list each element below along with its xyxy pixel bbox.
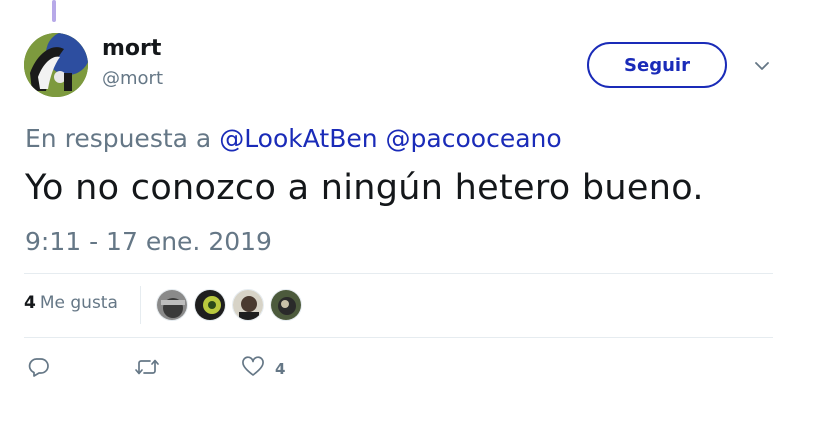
tweet-timestamp[interactable]: 9:11 - 17 ene. 2019 [25,227,272,256]
like-count: 4 [275,360,286,378]
tweet-text: Yo no conozco a ningún hetero bueno. [25,168,704,208]
retweet-icon [134,356,160,382]
reply-button[interactable] [28,356,50,382]
reply-context: En respuesta a @LookAtBen @pacooceano [25,124,562,153]
liker-avatar[interactable] [156,289,188,321]
reply-icon [28,356,50,382]
author-avatar[interactable] [24,33,88,97]
tweet-detail: mort @mort Seguir En respuesta a @LookAt… [0,0,828,421]
follow-button[interactable]: Seguir [587,42,727,88]
retweet-button[interactable] [134,356,160,382]
likes-label: Me gusta [39,293,118,313]
thread-connector [52,0,56,22]
chevron-down-icon[interactable] [752,56,772,76]
reply-prefix: En respuesta a [25,124,212,153]
author-handle[interactable]: @mort [102,68,163,89]
likes-stat[interactable]: 4 Me gusta [24,293,118,313]
divider [24,273,773,274]
mention-link[interactable]: @pacooceano [386,124,562,153]
mention-link[interactable]: @LookAtBen [219,124,377,153]
liker-avatar[interactable] [270,289,302,321]
liker-avatar[interactable] [232,289,264,321]
liker-avatar[interactable] [194,289,226,321]
like-button[interactable]: 4 [241,356,285,382]
stats-separator [140,286,141,324]
author-name[interactable]: mort [102,36,161,61]
heart-icon [241,356,265,382]
likes-count: 4 [24,293,36,313]
divider [24,337,773,338]
